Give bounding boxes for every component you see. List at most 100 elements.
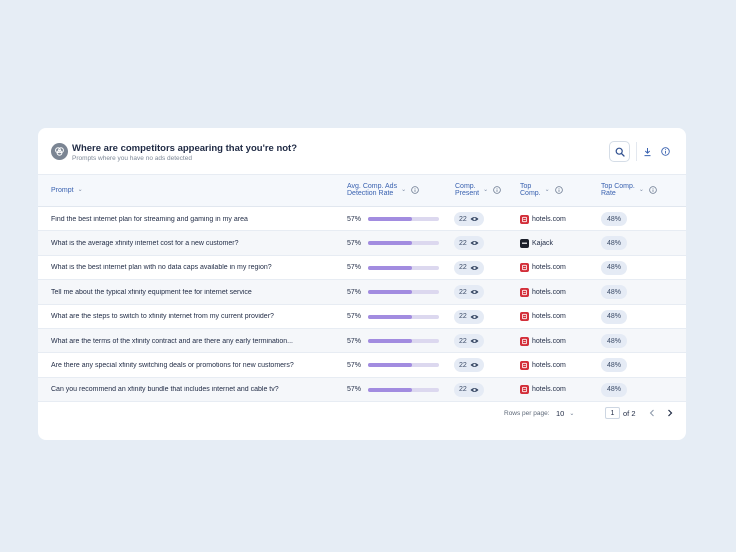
column-label-line2: Present xyxy=(455,190,480,197)
competitor-rings-icon xyxy=(51,143,68,160)
comp-present-badge[interactable]: 22 xyxy=(454,334,484,348)
info-icon[interactable] xyxy=(554,186,563,194)
detection-rate-bar xyxy=(368,363,439,368)
detection-rate-bar-fill xyxy=(368,217,412,221)
comp-present-count: 22 xyxy=(459,239,467,247)
detection-rate-value: 57% xyxy=(347,386,362,394)
prompt-cell: What are the steps to switch to xfinity … xyxy=(51,305,344,329)
header-divider xyxy=(636,142,637,161)
table-row[interactable]: What are the terms of the xfinity contra… xyxy=(38,329,686,354)
top-comp-name: hotels.com xyxy=(532,337,566,345)
top-comp-rate-badge: 48% xyxy=(601,236,627,251)
detection-rate-bar-fill xyxy=(368,314,412,319)
detection-rate-bar xyxy=(368,217,439,221)
column-label-line1: Top xyxy=(520,183,532,190)
table-row[interactable]: Are there any special xfinity switching … xyxy=(38,353,686,378)
info-icon xyxy=(661,147,670,156)
top-comp-rate-badge: 48% xyxy=(601,358,627,373)
table-row[interactable]: What is the average xfinity internet cos… xyxy=(38,231,686,256)
prompt-text: What are the terms of the xfinity contra… xyxy=(51,337,294,345)
download-button[interactable] xyxy=(642,145,653,158)
top-comp-name: hotels.com xyxy=(532,361,566,369)
table-row[interactable]: Find the best internet plan for streamin… xyxy=(38,207,686,232)
detection-rate-value: 57% xyxy=(347,239,362,247)
info-icon[interactable] xyxy=(493,186,501,194)
table-row[interactable]: Can you recommend an xfinity bundle that… xyxy=(38,377,686,403)
column-header-present[interactable]: Comp. Present ⌄ xyxy=(455,183,501,197)
comp-present-badge[interactable]: 22 xyxy=(454,358,484,373)
comp-present-count: 22 xyxy=(459,361,467,369)
previous-page-button[interactable] xyxy=(647,407,657,419)
top-comp-rate-badge: 48% xyxy=(601,382,627,397)
eye-icon xyxy=(470,241,479,246)
prompt-text: Find the best internet plan for streamin… xyxy=(51,215,248,223)
top-comp-rate-badge: 48% xyxy=(601,260,627,275)
detection-rate-value: 57% xyxy=(347,361,362,369)
hotels-logo-icon xyxy=(520,312,529,322)
prompt-text: Can you recommend an xfinity bundle that… xyxy=(51,386,279,394)
rows-per-page-select[interactable]: 10 ⌄ xyxy=(556,409,574,418)
detection-rate-bar xyxy=(368,314,439,319)
comp-present-badge[interactable]: 22 xyxy=(454,382,484,397)
column-label-line2: Detection Rate xyxy=(347,190,394,197)
comp-present-badge[interactable]: 22 xyxy=(454,236,484,251)
kajack-logo-icon xyxy=(520,238,529,248)
top-comp-cell: Kajack xyxy=(520,231,553,255)
comp-present-badge[interactable]: 22 xyxy=(454,309,484,324)
card-header: Where are competitors appearing that you… xyxy=(38,128,686,175)
next-page-button[interactable] xyxy=(665,407,675,419)
table-footer: Rows per page: 10 ⌄ 1 of 2 xyxy=(38,402,686,427)
chevron-down-icon: ⌄ xyxy=(638,186,644,193)
column-label-line2: Comp. xyxy=(520,190,541,197)
detection-rate-bar xyxy=(368,265,439,270)
prompt-text: What is the average xfinity internet cos… xyxy=(51,239,239,247)
table-row[interactable]: Tell me about the typical xfinity equipm… xyxy=(38,280,686,305)
detection-rate-bar-fill xyxy=(368,290,412,295)
detection-rate-bar xyxy=(368,241,439,246)
table-row[interactable]: What is the best internet plan with no d… xyxy=(38,256,686,281)
comp-present-count: 22 xyxy=(459,337,467,345)
detection-rate-value: 57% xyxy=(347,288,362,296)
info-icon[interactable] xyxy=(411,186,419,194)
eye-icon xyxy=(470,363,479,368)
prompt-cell: What is the average xfinity internet cos… xyxy=(51,231,344,255)
search-button[interactable] xyxy=(609,141,630,162)
search-icon xyxy=(615,147,625,157)
detection-rate-value: 57% xyxy=(347,215,362,223)
comp-present-badge[interactable]: 22 xyxy=(454,285,484,300)
comp-present-badge[interactable]: 22 xyxy=(454,212,484,226)
column-header-prompt[interactable]: Prompt ⌄ xyxy=(51,187,83,194)
comp-present-badge[interactable]: 22 xyxy=(454,260,484,275)
table-row[interactable]: What are the steps to switch to xfinity … xyxy=(38,305,686,329)
column-label-line2: Rate xyxy=(601,190,616,197)
page-number-input[interactable]: 1 xyxy=(605,407,620,419)
top-comp-cell: hotels.com xyxy=(520,378,566,402)
eye-icon xyxy=(470,290,479,295)
chevron-down-icon: ⌄ xyxy=(77,187,83,193)
eye-icon xyxy=(470,387,479,392)
info-button[interactable] xyxy=(660,146,671,157)
top-comp-cell: hotels.com xyxy=(520,207,566,231)
detection-rate-bar-fill xyxy=(368,241,412,246)
info-icon[interactable] xyxy=(649,186,657,194)
top-comp-rate-badge: 48% xyxy=(601,309,627,324)
table-header: Prompt ⌄ Avg. Comp. Ads Detection Rate ⌄… xyxy=(38,175,686,207)
column-header-top-rate[interactable]: Top Comp. Rate ⌄ xyxy=(601,183,657,197)
comp-present-count: 22 xyxy=(459,215,467,223)
column-header-rate[interactable]: Avg. Comp. Ads Detection Rate ⌄ xyxy=(347,183,419,197)
rows-per-page-label: Rows per page: xyxy=(504,410,550,417)
chevron-right-icon xyxy=(668,409,673,417)
detection-rate-bar xyxy=(368,339,439,343)
column-label: Avg. Comp. Ads Detection Rate xyxy=(347,183,397,197)
column-label-line1: Comp. xyxy=(455,183,476,190)
top-comp-name: hotels.com xyxy=(532,313,566,321)
detection-rate-value: 57% xyxy=(347,337,362,345)
column-label-line1: Avg. Comp. Ads xyxy=(347,183,398,190)
eye-icon xyxy=(470,314,479,319)
hotels-logo-icon xyxy=(520,263,529,273)
column-header-top-comp[interactable]: Top Comp. ⌄ xyxy=(520,183,563,197)
top-comp-cell: hotels.com xyxy=(520,305,566,329)
top-comp-cell: hotels.com xyxy=(520,280,566,304)
top-comp-name: hotels.com xyxy=(532,288,566,296)
chevron-left-icon xyxy=(649,409,654,417)
